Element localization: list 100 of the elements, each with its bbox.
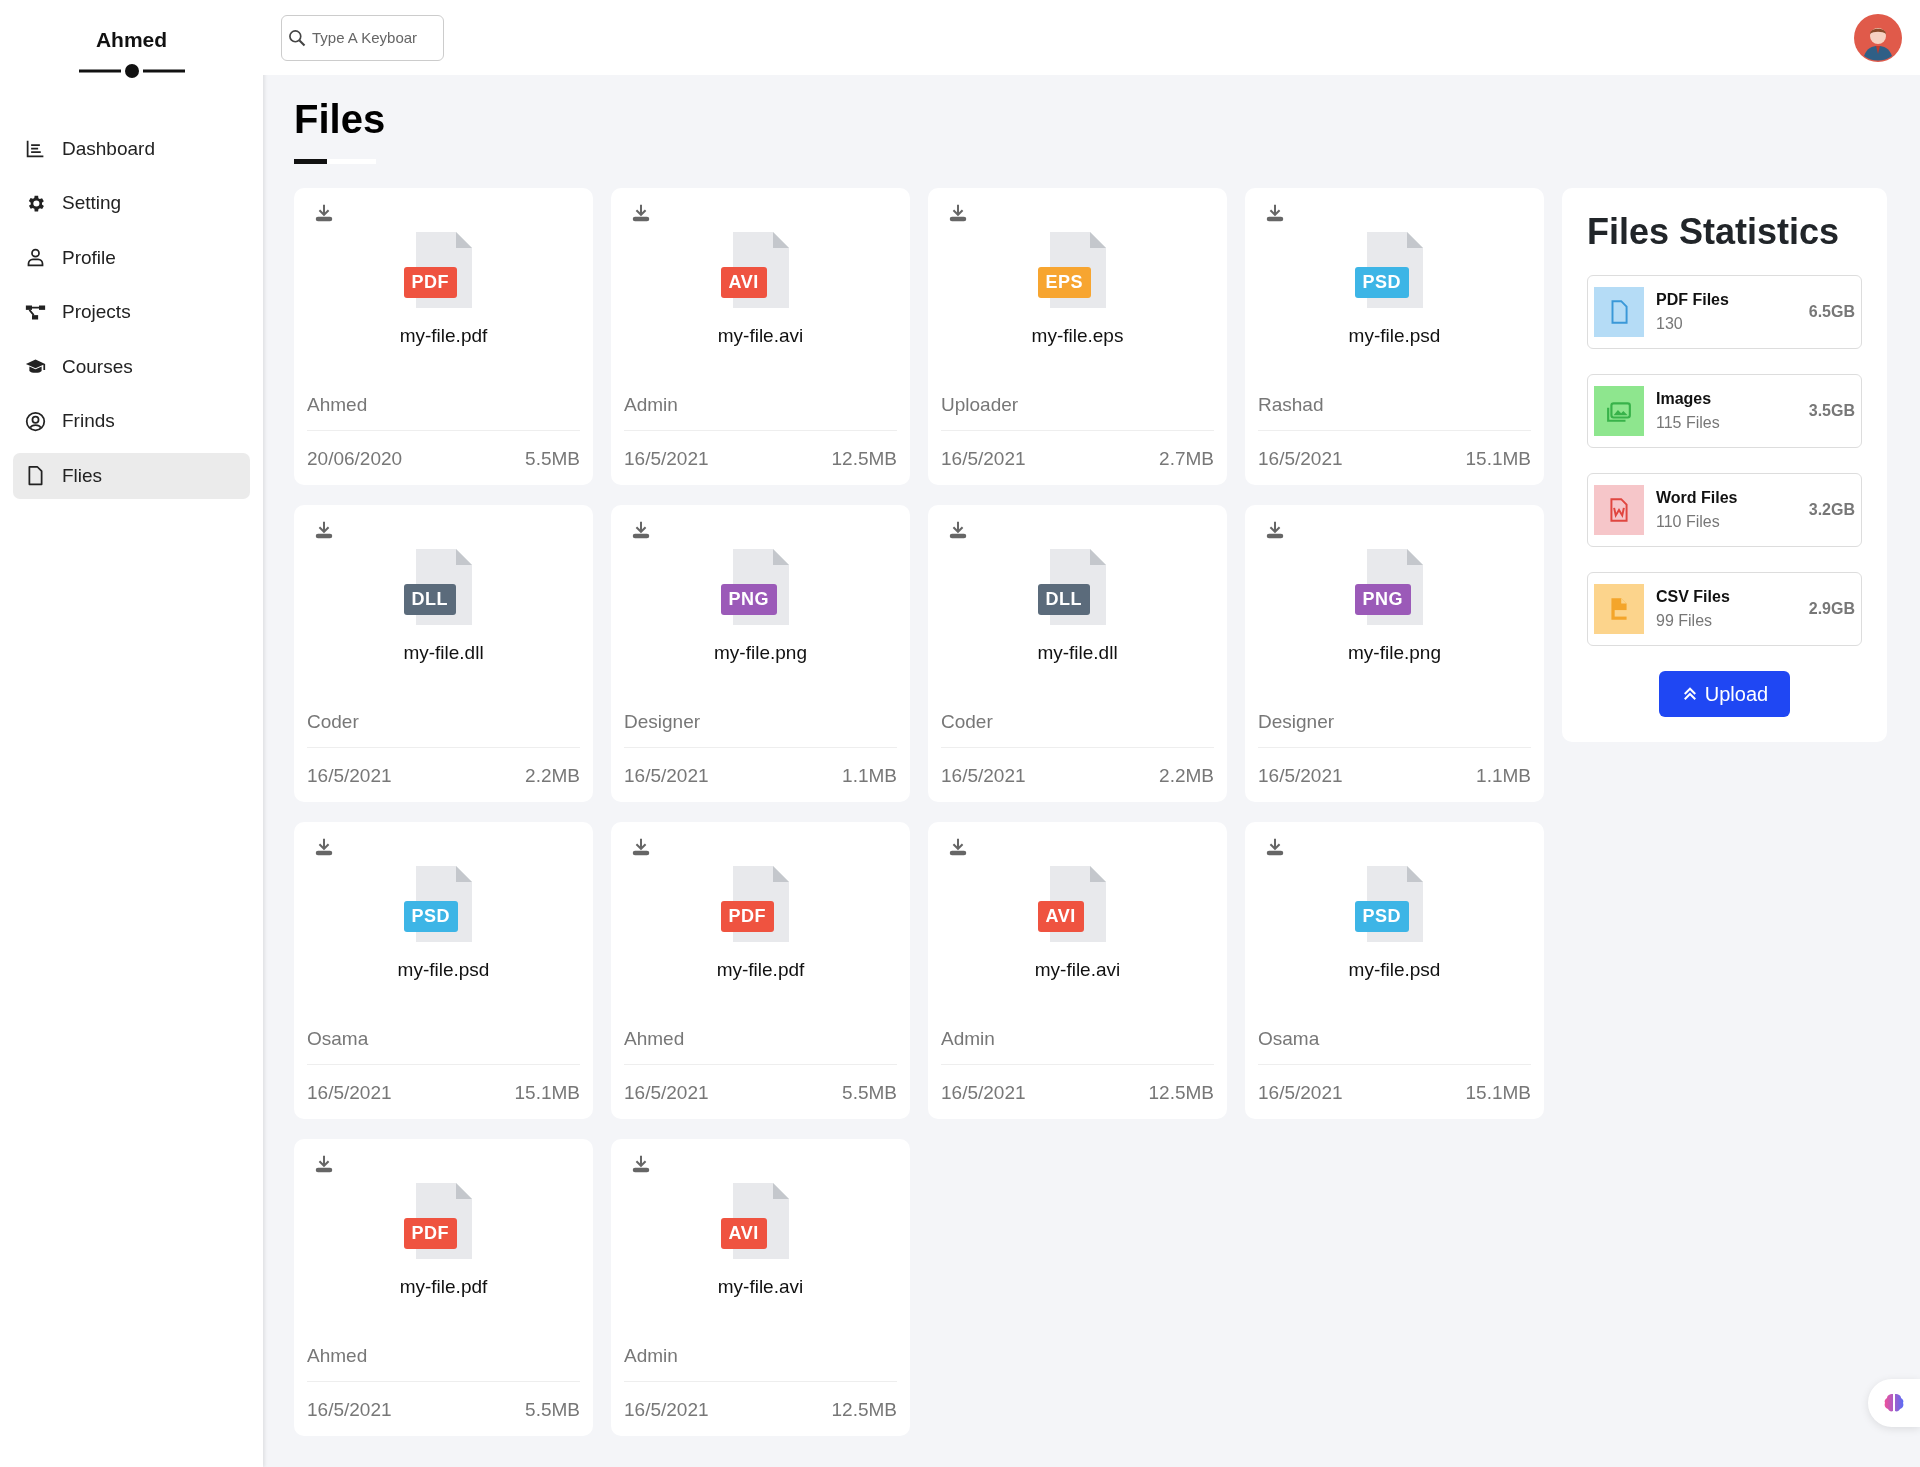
category-title: PDF Files <box>1656 290 1729 311</box>
file-type-tag: PSD <box>403 901 458 932</box>
sidebar-item[interactable]: Profile <box>13 234 250 281</box>
file-name: my-file.avi <box>1033 958 1122 982</box>
file-size: 1.1MB <box>1476 763 1531 788</box>
file-type-tag: PDF <box>720 901 774 932</box>
file-type-tag: PDF <box>403 1218 457 1249</box>
file-name: my-file.png <box>713 641 808 665</box>
download-icon[interactable] <box>630 519 652 541</box>
download-icon[interactable] <box>1264 836 1286 858</box>
file-date: 16/5/2021 <box>941 763 1026 788</box>
file-size: 12.5MB <box>831 1397 897 1422</box>
sidebar-item[interactable]: Setting <box>13 180 250 227</box>
file-name: my-file.psd <box>1347 324 1442 348</box>
download-icon[interactable] <box>630 1153 652 1175</box>
download-icon[interactable] <box>630 202 652 224</box>
file-date: 16/5/2021 <box>1258 1080 1343 1105</box>
file-type-tag: PSD <box>1354 267 1409 298</box>
download-icon[interactable] <box>313 202 335 224</box>
sidebar-item[interactable]: Projects <box>13 289 250 336</box>
file-type-tag: AVI <box>720 1218 767 1249</box>
file-type-tag: AVI <box>1037 901 1084 932</box>
file-type-tag: DLL <box>403 584 456 615</box>
category-title: Images <box>1656 389 1713 410</box>
storage-size: 2.9GB <box>1808 599 1855 620</box>
file-size: 2.2MB <box>525 763 580 788</box>
file-owner: Coder <box>307 708 580 748</box>
sidebar-item[interactable]: Courses <box>13 343 250 390</box>
file-owner: Ahmed <box>624 1025 897 1065</box>
assistant-button[interactable] <box>1868 1379 1920 1427</box>
page-title: Files <box>294 96 387 143</box>
file-size: 1.1MB <box>842 763 897 788</box>
upload-button[interactable]: Upload <box>1658 671 1791 718</box>
file-date: 16/5/2021 <box>307 1080 392 1105</box>
file-count: 130 <box>1656 314 1684 335</box>
sidebar-item[interactable]: Flies <box>13 452 250 499</box>
file-name: my-file.pdf <box>398 324 489 348</box>
file-type-tag: PNG <box>720 584 777 615</box>
file-size: 2.7MB <box>1159 446 1214 471</box>
download-icon[interactable] <box>947 202 969 224</box>
file-name: my-file.pdf <box>715 958 806 982</box>
file-size: 5.5MB <box>525 446 580 471</box>
file-name: my-file.psd <box>1347 958 1442 982</box>
storage-size: 3.5GB <box>1808 401 1855 422</box>
download-icon[interactable] <box>947 519 969 541</box>
storage-size: 6.5GB <box>1808 302 1855 323</box>
download-icon[interactable] <box>313 1153 335 1175</box>
sidebar-item[interactable]: Dashboard <box>13 125 250 172</box>
download-icon[interactable] <box>1264 202 1286 224</box>
person-icon <box>25 247 46 269</box>
file-name: my-file.avi <box>716 1275 805 1299</box>
file-date: 16/5/2021 <box>1258 446 1343 471</box>
category-title: CSV Files <box>1656 587 1730 608</box>
file-date: 16/5/2021 <box>307 1397 392 1422</box>
file-type-tag: AVI <box>720 267 767 298</box>
storage-size: 3.2GB <box>1808 500 1855 521</box>
file-size: 5.5MB <box>842 1080 897 1105</box>
search-field[interactable]: Type A Keyboar <box>281 14 444 61</box>
file-owner: Designer <box>1258 708 1531 748</box>
file-owner: Admin <box>624 391 897 431</box>
category-title: Word Files <box>1656 488 1738 509</box>
file-date: 16/5/2021 <box>307 763 392 788</box>
file-count: 99 Files <box>1656 611 1714 632</box>
chart-lines-icon <box>25 138 46 160</box>
file-size: 5.5MB <box>525 1397 580 1422</box>
file-count: 110 Files <box>1656 512 1721 533</box>
file-name: my-file.avi <box>716 324 805 348</box>
user-circle-icon <box>25 410 46 432</box>
sidebar-title: Ahmed <box>94 27 169 53</box>
file-owner: Designer <box>624 708 897 748</box>
file-type-tag: PNG <box>1354 584 1411 615</box>
file-size: 12.5MB <box>831 446 897 471</box>
sidebar-item[interactable]: Frinds <box>13 398 250 445</box>
file-date: 16/5/2021 <box>1258 763 1343 788</box>
avatar-icon <box>1854 13 1902 62</box>
file-owner: Uploader <box>941 391 1214 431</box>
file-date: 16/5/2021 <box>941 1080 1026 1105</box>
file-name: my-file.psd <box>396 958 491 982</box>
download-icon[interactable] <box>947 836 969 858</box>
file-date: 16/5/2021 <box>624 446 709 471</box>
file-owner: Coder <box>941 708 1214 748</box>
download-icon[interactable] <box>313 836 335 858</box>
file-name: my-file.pdf <box>398 1275 489 1299</box>
download-icon[interactable] <box>1264 519 1286 541</box>
file-date: 16/5/2021 <box>941 446 1026 471</box>
file-size: 2.2MB <box>1159 763 1214 788</box>
file-owner: Osama <box>307 1025 580 1065</box>
file-size: 15.1MB <box>1465 1080 1531 1105</box>
file-date: 16/5/2021 <box>624 1397 709 1422</box>
file-date: 20/06/2020 <box>307 446 403 471</box>
file-name: my-file.dll <box>402 641 485 665</box>
file-name: my-file.dll <box>1036 641 1119 665</box>
file-count: 115 Files <box>1656 413 1720 434</box>
download-icon[interactable] <box>630 836 652 858</box>
file-date: 16/5/2021 <box>624 1080 709 1105</box>
file-type-tag: PSD <box>1354 901 1409 932</box>
download-icon[interactable] <box>313 519 335 541</box>
file-date: 16/5/2021 <box>624 763 709 788</box>
file-owner: Ahmed <box>307 391 580 431</box>
file-owner: Osama <box>1258 1025 1531 1065</box>
